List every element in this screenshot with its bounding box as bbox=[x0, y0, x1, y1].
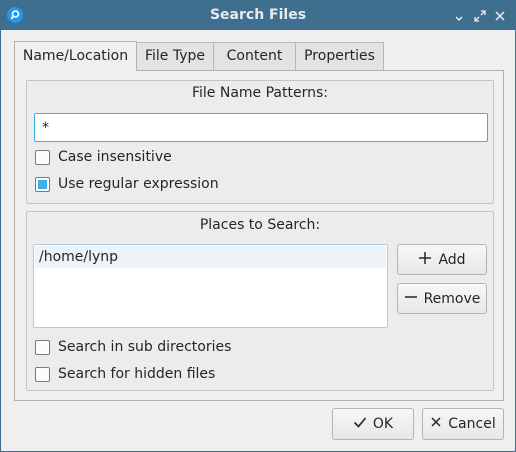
tab-content[interactable]: Content bbox=[213, 42, 296, 70]
add-button[interactable]: Add bbox=[397, 244, 487, 275]
places-to-search-title: Places to Search: bbox=[199, 217, 321, 233]
add-label: Add bbox=[438, 251, 466, 268]
pattern-field[interactable] bbox=[34, 113, 488, 142]
minus-icon bbox=[404, 290, 418, 308]
regex-box[interactable] bbox=[35, 176, 50, 192]
case-insensitive-label: Case insensitive bbox=[58, 149, 172, 165]
list-item[interactable]: /home/lynp bbox=[35, 246, 386, 268]
tab-file-type[interactable]: File Type bbox=[136, 42, 214, 70]
file-name-patterns-group: File Name Patterns: Case insensitive Use… bbox=[26, 80, 494, 204]
regex-label: Use regular expression bbox=[58, 176, 219, 192]
maximize-icon[interactable] bbox=[473, 9, 487, 23]
tab-name-location[interactable]: Name/Location bbox=[14, 41, 137, 71]
cancel-button[interactable]: Cancel bbox=[422, 408, 504, 440]
sub-directories-label: Search in sub directories bbox=[58, 339, 232, 355]
close-icon[interactable] bbox=[493, 9, 507, 23]
places-list[interactable]: /home/lynp bbox=[33, 244, 388, 328]
sub-directories-box[interactable] bbox=[35, 339, 50, 355]
regex-checkbox[interactable]: Use regular expression bbox=[35, 176, 219, 192]
cancel-x-icon bbox=[430, 416, 442, 432]
tab-properties[interactable]: Properties bbox=[295, 42, 384, 70]
pattern-input[interactable] bbox=[35, 114, 487, 141]
titlebar[interactable]: Search Files bbox=[1, 1, 515, 30]
case-insensitive-box[interactable] bbox=[35, 149, 50, 165]
window-title: Search Files bbox=[209, 7, 307, 23]
case-insensitive-checkbox[interactable]: Case insensitive bbox=[35, 149, 172, 165]
remove-label: Remove bbox=[423, 290, 481, 307]
sub-directories-checkbox[interactable]: Search in sub directories bbox=[35, 339, 231, 355]
ok-button[interactable]: OK bbox=[332, 408, 414, 440]
tab-panel-name-location: File Name Patterns: Case insensitive Use… bbox=[14, 70, 504, 401]
hidden-files-label: Search for hidden files bbox=[58, 366, 216, 382]
hidden-files-checkbox[interactable]: Search for hidden files bbox=[35, 366, 215, 382]
plus-icon bbox=[418, 251, 432, 269]
places-to-search-group: Places to Search: /home/lynp Add Remove … bbox=[26, 211, 494, 391]
cancel-label: Cancel bbox=[448, 416, 496, 432]
minimize-icon[interactable] bbox=[452, 9, 466, 23]
checkmark-icon bbox=[353, 415, 367, 433]
ok-label: OK bbox=[372, 416, 394, 432]
file-name-patterns-title: File Name Patterns: bbox=[191, 85, 328, 101]
search-files-dialog: Search Files Name/Location File Type Con… bbox=[0, 0, 516, 452]
hidden-files-box[interactable] bbox=[35, 366, 50, 382]
remove-button[interactable]: Remove bbox=[397, 283, 487, 314]
